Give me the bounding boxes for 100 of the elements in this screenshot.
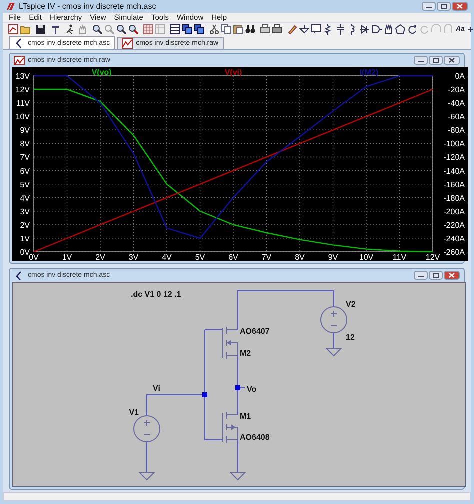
axis-label: 7V (262, 253, 272, 262)
component-label: M1 (240, 412, 252, 422)
axis-label: 6V (228, 253, 238, 262)
new-chart-icon[interactable] (8, 24, 19, 36)
rotate-icon[interactable] (407, 24, 418, 36)
axis-label: 9V (328, 253, 338, 262)
and-gate-icon[interactable] (371, 24, 382, 36)
axis-label: 10V (16, 113, 30, 122)
window-icon[interactable] (170, 24, 181, 36)
axis-label: -140A (444, 167, 465, 176)
axis-label: -20A (448, 86, 465, 95)
axis-label: 7V (20, 154, 30, 163)
component-label: V2 (346, 300, 356, 310)
maximize-icon[interactable] (429, 271, 443, 280)
close-icon[interactable] (444, 271, 460, 280)
capacitor-icon[interactable] (335, 24, 346, 36)
axis-label: 12V (16, 86, 30, 95)
waveform-icon (14, 56, 25, 66)
axis-label: 12V (426, 253, 440, 262)
axis-label: 5V (195, 253, 206, 262)
trace-label: I(M2) (360, 68, 378, 78)
axis-label: -60A (448, 113, 465, 122)
axis-label: 6V (20, 167, 30, 176)
axis-label: -240A (444, 234, 465, 244)
component-label: V1 (129, 408, 139, 418)
label-icon[interactable] (311, 24, 322, 36)
magnifier-icon[interactable] (116, 24, 127, 36)
mosfet-symbol (222, 326, 238, 360)
voltage-source-symbol (320, 306, 348, 334)
binoculars-icon[interactable] (245, 24, 256, 36)
pentagon-icon[interactable] (395, 24, 406, 36)
net-label: Vi (153, 384, 160, 394)
axis-label: -100A (444, 140, 465, 150)
pencil-icon[interactable] (287, 24, 298, 36)
axis-label: 13V (16, 72, 30, 82)
axis-label: 9V (20, 126, 30, 136)
folder-icon[interactable] (20, 24, 31, 36)
axis-label: -80A (448, 126, 465, 136)
minimize-icon[interactable] (414, 271, 428, 280)
minimize-icon[interactable] (422, 2, 436, 12)
axis-label: -260A (444, 248, 465, 258)
axis-label: 2V (20, 221, 30, 230)
maximize-icon[interactable] (437, 2, 451, 12)
axis-label: 2V (96, 253, 106, 262)
running-figure-icon[interactable] (65, 24, 76, 36)
axis-label: 10V (359, 253, 374, 262)
voltage-source-symbol (134, 416, 160, 443)
axis-label: 0A (455, 72, 465, 82)
wire (146, 442, 148, 474)
ground-symbol (230, 472, 246, 482)
axis-label: 1V (62, 253, 72, 262)
component-label: M2 (240, 349, 252, 358)
magnifier-icon[interactable] (92, 24, 103, 36)
axis-label: 4V (20, 194, 30, 204)
grid-icon[interactable] (143, 24, 154, 36)
spice-directive: .dc V1 0 12 .1 (131, 290, 182, 300)
waveform-icon (122, 38, 134, 50)
ground-icon[interactable] (299, 24, 310, 36)
axis-label: -200A (444, 208, 465, 217)
trace-label: V(vo) (92, 68, 112, 78)
axis-label: 8V (20, 140, 30, 150)
net-label: Vo (247, 385, 257, 394)
axis-label: -120A (444, 154, 465, 163)
close-icon[interactable] (452, 2, 468, 12)
axis-label: 11V (16, 100, 30, 109)
windows-icon[interactable] (182, 24, 193, 36)
component-label: 12 (346, 333, 355, 342)
axis-label: 11V (392, 253, 407, 262)
close-icon[interactable] (444, 56, 460, 66)
axis-label: 3V (20, 208, 30, 217)
axis-label: -160A (444, 180, 465, 190)
axis-label: 0V (20, 248, 30, 258)
ground-symbol (326, 348, 342, 358)
diode-icon[interactable] (359, 24, 370, 36)
axis-label: 8V (295, 253, 305, 262)
scissors-icon[interactable] (209, 24, 220, 36)
component-label: AO6408 (240, 433, 270, 442)
app-logo-icon (6, 2, 16, 12)
axis-label: 3V (128, 253, 139, 262)
paste-icon[interactable] (233, 24, 244, 36)
axis-label: 0V (29, 253, 39, 262)
axis-label: -180A (444, 194, 465, 204)
printer-icon[interactable] (260, 24, 271, 36)
magnifier-icon[interactable] (128, 24, 139, 36)
minimize-icon[interactable] (414, 56, 428, 66)
axis-label: -40A (448, 100, 465, 109)
printer-icon[interactable] (272, 24, 283, 36)
component-label: AO6407 (240, 327, 270, 336)
trace-label: V(vi) (224, 68, 242, 78)
mosfet-symbol (222, 412, 238, 444)
copy-icon[interactable] (221, 24, 232, 36)
axis-label: 1V (20, 234, 30, 244)
maximize-icon[interactable] (429, 56, 443, 66)
axis-label: 5V (20, 180, 30, 190)
resistor-icon[interactable] (323, 24, 334, 36)
ground-symbol (138, 472, 156, 482)
axis-label: 4V (162, 253, 172, 262)
axis-label: -220A (444, 221, 465, 230)
window-title: LTspice IV - cmos inv discrete mch.asc (19, 2, 156, 12)
windows-icon[interactable] (194, 24, 205, 36)
